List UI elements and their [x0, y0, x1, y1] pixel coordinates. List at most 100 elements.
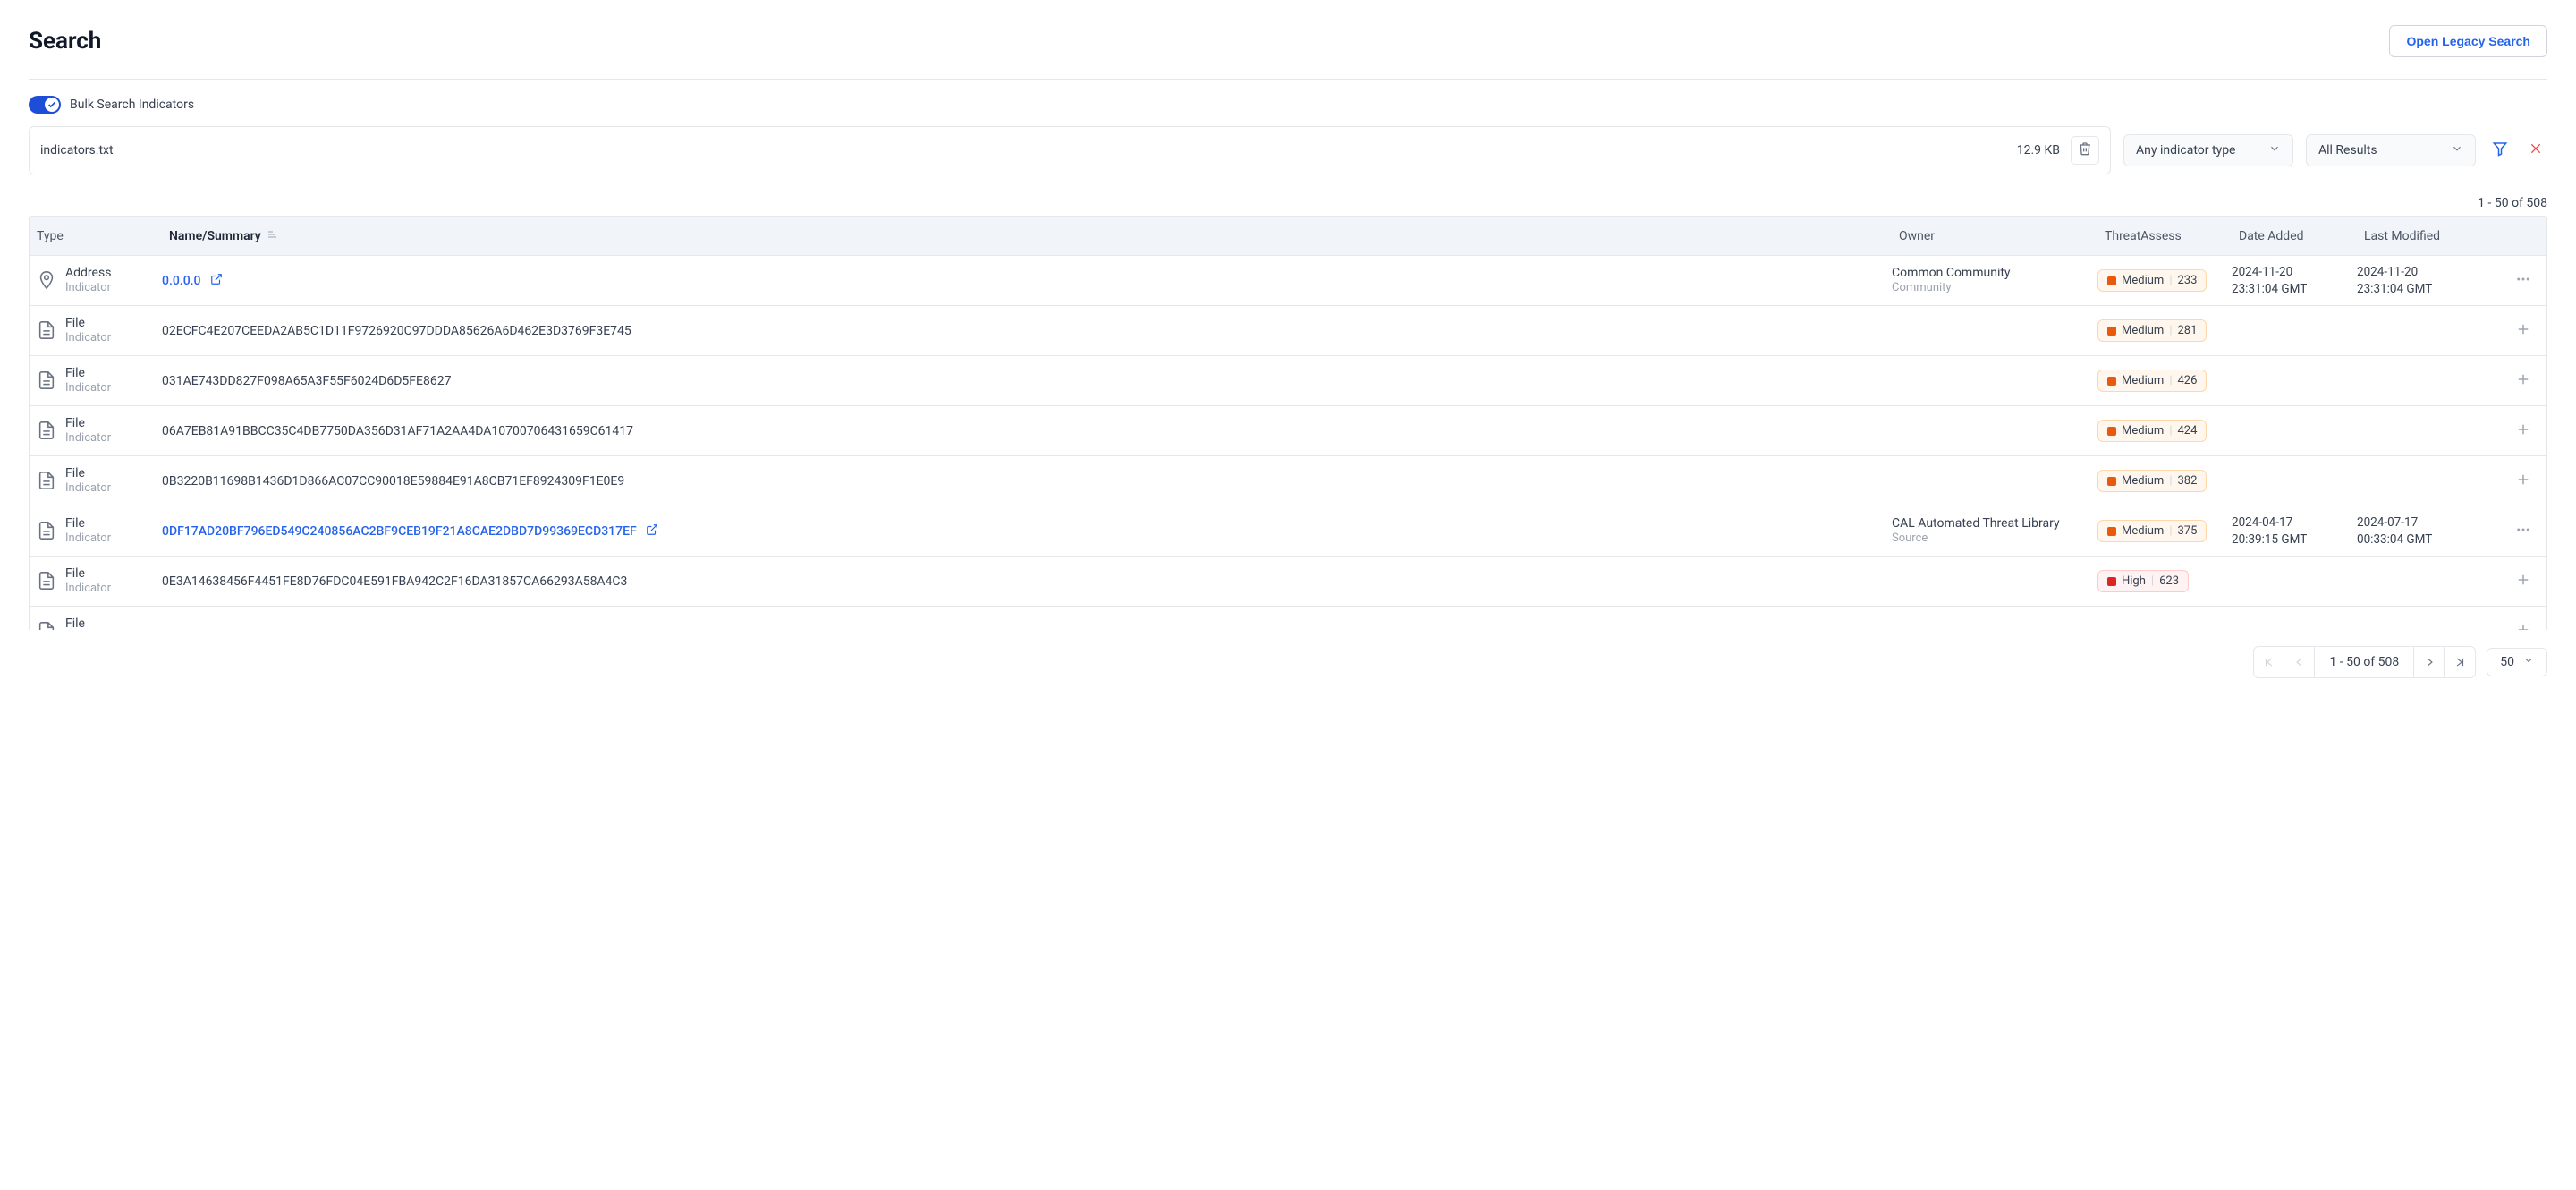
- close-icon: [2529, 141, 2543, 159]
- add-button[interactable]: [2500, 572, 2546, 591]
- row-name[interactable]: 0DF17AD20BF796ED549C240856AC2BF9CEB19F21…: [162, 523, 1892, 540]
- bulk-search-toggle[interactable]: [29, 96, 61, 114]
- row-name: 031AE743DD827F098A65A3F55F6024D6D5FE8627: [162, 374, 1892, 388]
- file-name: indicators.txt: [40, 143, 114, 157]
- page-range: 1 - 50 of 508: [2315, 647, 2414, 677]
- add-button[interactable]: [2500, 622, 2546, 631]
- more-horizontal-icon: [2515, 271, 2531, 291]
- indicator-type-select[interactable]: Any indicator type: [2123, 134, 2293, 166]
- row-threat: High|623: [2097, 570, 2232, 592]
- row-date-added: 2024-11-2023:31:04 GMT: [2232, 264, 2357, 296]
- threat-badge: Medium|382: [2097, 470, 2207, 492]
- row-threat: Medium|382: [2097, 470, 2232, 492]
- results-count: 1 - 50 of 508: [2478, 196, 2547, 210]
- row-threat: Medium|426: [2097, 370, 2232, 392]
- threat-badge: Medium|426: [2097, 370, 2207, 392]
- add-button[interactable]: [2500, 371, 2546, 391]
- plus-icon: [2515, 421, 2531, 441]
- sort-icon: [267, 229, 277, 243]
- file-size: 12.9 KB: [2017, 143, 2060, 157]
- row-type: File: [65, 465, 111, 481]
- add-button[interactable]: [2500, 421, 2546, 441]
- page-size-value: 50: [2500, 655, 2514, 669]
- filter-button[interactable]: [2488, 139, 2512, 162]
- table-row: FileIndicator: [30, 607, 2546, 630]
- row-type: File: [65, 565, 111, 582]
- pagination: 1 - 50 of 508 50: [29, 630, 2547, 696]
- file-icon: [37, 471, 56, 490]
- chevron-down-icon: [2451, 142, 2463, 158]
- last-page-button[interactable]: [2445, 647, 2475, 677]
- file-upload-box[interactable]: indicators.txt 12.9 KB: [29, 126, 2111, 174]
- external-link-icon[interactable]: [210, 273, 223, 289]
- plus-icon: [2515, 622, 2531, 631]
- row-threat: Medium|424: [2097, 420, 2232, 442]
- file-icon: [37, 320, 56, 340]
- file-icon: [37, 571, 56, 591]
- add-button[interactable]: [2500, 472, 2546, 491]
- column-owner[interactable]: Owner: [1892, 229, 2097, 243]
- more-actions-button[interactable]: [2500, 271, 2546, 291]
- plus-icon: [2515, 572, 2531, 591]
- prev-page-button[interactable]: [2284, 647, 2315, 677]
- row-type: File: [65, 415, 111, 431]
- row-owner: Common CommunityCommunity: [1892, 265, 2097, 296]
- row-owner: CAL Automated Threat LibrarySource: [1892, 515, 2097, 547]
- more-actions-button[interactable]: [2500, 522, 2546, 541]
- row-type: Address: [65, 265, 111, 281]
- row-name: 0B3220B11698B1436D1D866AC07CC90018E59884…: [162, 474, 1892, 489]
- file-icon: [37, 421, 56, 440]
- plus-icon: [2515, 472, 2531, 491]
- delete-file-button[interactable]: [2071, 136, 2099, 165]
- threat-badge: Medium|281: [2097, 319, 2207, 342]
- table-row: FileIndicator 02ECFC4E207CEEDA2AB5C1D11F9…: [30, 306, 2546, 356]
- add-button[interactable]: [2500, 321, 2546, 341]
- column-date-added[interactable]: Date Added: [2232, 229, 2357, 243]
- table-row: FileIndicator 031AE743DD827F098A65A3F55F6…: [30, 356, 2546, 406]
- threat-badge: Medium|233: [2097, 269, 2207, 292]
- row-threat: Medium|375: [2097, 520, 2232, 542]
- threat-badge: Medium|424: [2097, 420, 2207, 442]
- location-pin-icon: [37, 270, 56, 290]
- indicator-type-value: Any indicator type: [2136, 143, 2235, 157]
- first-page-button[interactable]: [2254, 647, 2284, 677]
- column-name[interactable]: Name/Summary: [162, 229, 1892, 243]
- chevron-down-icon: [2268, 142, 2281, 158]
- file-icon: [37, 521, 56, 540]
- table-header: Type Name/Summary Owner ThreatAssess Dat…: [30, 217, 2546, 256]
- results-filter-value: All Results: [2318, 143, 2377, 157]
- page-size-select[interactable]: 50: [2487, 648, 2547, 676]
- column-last-modified[interactable]: Last Modified: [2357, 229, 2500, 243]
- page-title: Search: [29, 28, 101, 55]
- chevron-down-icon: [2523, 655, 2534, 669]
- row-subtype: Indicator: [65, 331, 111, 346]
- next-page-button[interactable]: [2414, 647, 2445, 677]
- results-filter-select[interactable]: All Results: [2306, 134, 2476, 166]
- column-type[interactable]: Type: [30, 229, 162, 243]
- open-legacy-search-button[interactable]: Open Legacy Search: [2389, 25, 2547, 57]
- trash-icon: [2078, 141, 2092, 159]
- results-table: Type Name/Summary Owner ThreatAssess Dat…: [29, 216, 2547, 630]
- clear-button[interactable]: [2524, 139, 2547, 162]
- table-row: FileIndicator0DF17AD20BF796ED549C240856A…: [30, 506, 2546, 557]
- table-row: FileIndicator0E3A14638456F4451FE8D76FDC0…: [30, 557, 2546, 607]
- row-threat: Medium|281: [2097, 319, 2232, 342]
- row-subtype: Indicator: [65, 381, 111, 396]
- page-header: Search Open Legacy Search: [29, 25, 2547, 80]
- plus-icon: [2515, 371, 2531, 391]
- row-name: 02ECFC4E207CEEDA2AB5C1D11F9726920C97DDDA…: [162, 324, 1892, 338]
- row-type: File: [65, 315, 111, 331]
- row-last-modified: 2024-07-1700:33:04 GMT: [2357, 514, 2500, 547]
- row-name: 0E3A14638456F4451FE8D76FDC04E591FBA942C2…: [162, 574, 1892, 589]
- row-name[interactable]: 0.0.0.0: [162, 273, 1892, 289]
- external-link-icon[interactable]: [646, 523, 658, 540]
- column-threat[interactable]: ThreatAssess: [2097, 229, 2232, 243]
- threat-badge: Medium|375: [2097, 520, 2207, 542]
- plus-icon: [2515, 321, 2531, 341]
- row-type: File: [65, 365, 111, 381]
- row-subtype: Indicator: [65, 281, 111, 296]
- row-last-modified: 2024-11-2023:31:04 GMT: [2357, 264, 2500, 296]
- row-type: File: [65, 515, 111, 531]
- bulk-search-label: Bulk Search Indicators: [70, 98, 194, 112]
- table-row: AddressIndicator 0.0.0.0Common CommunityC…: [30, 256, 2546, 306]
